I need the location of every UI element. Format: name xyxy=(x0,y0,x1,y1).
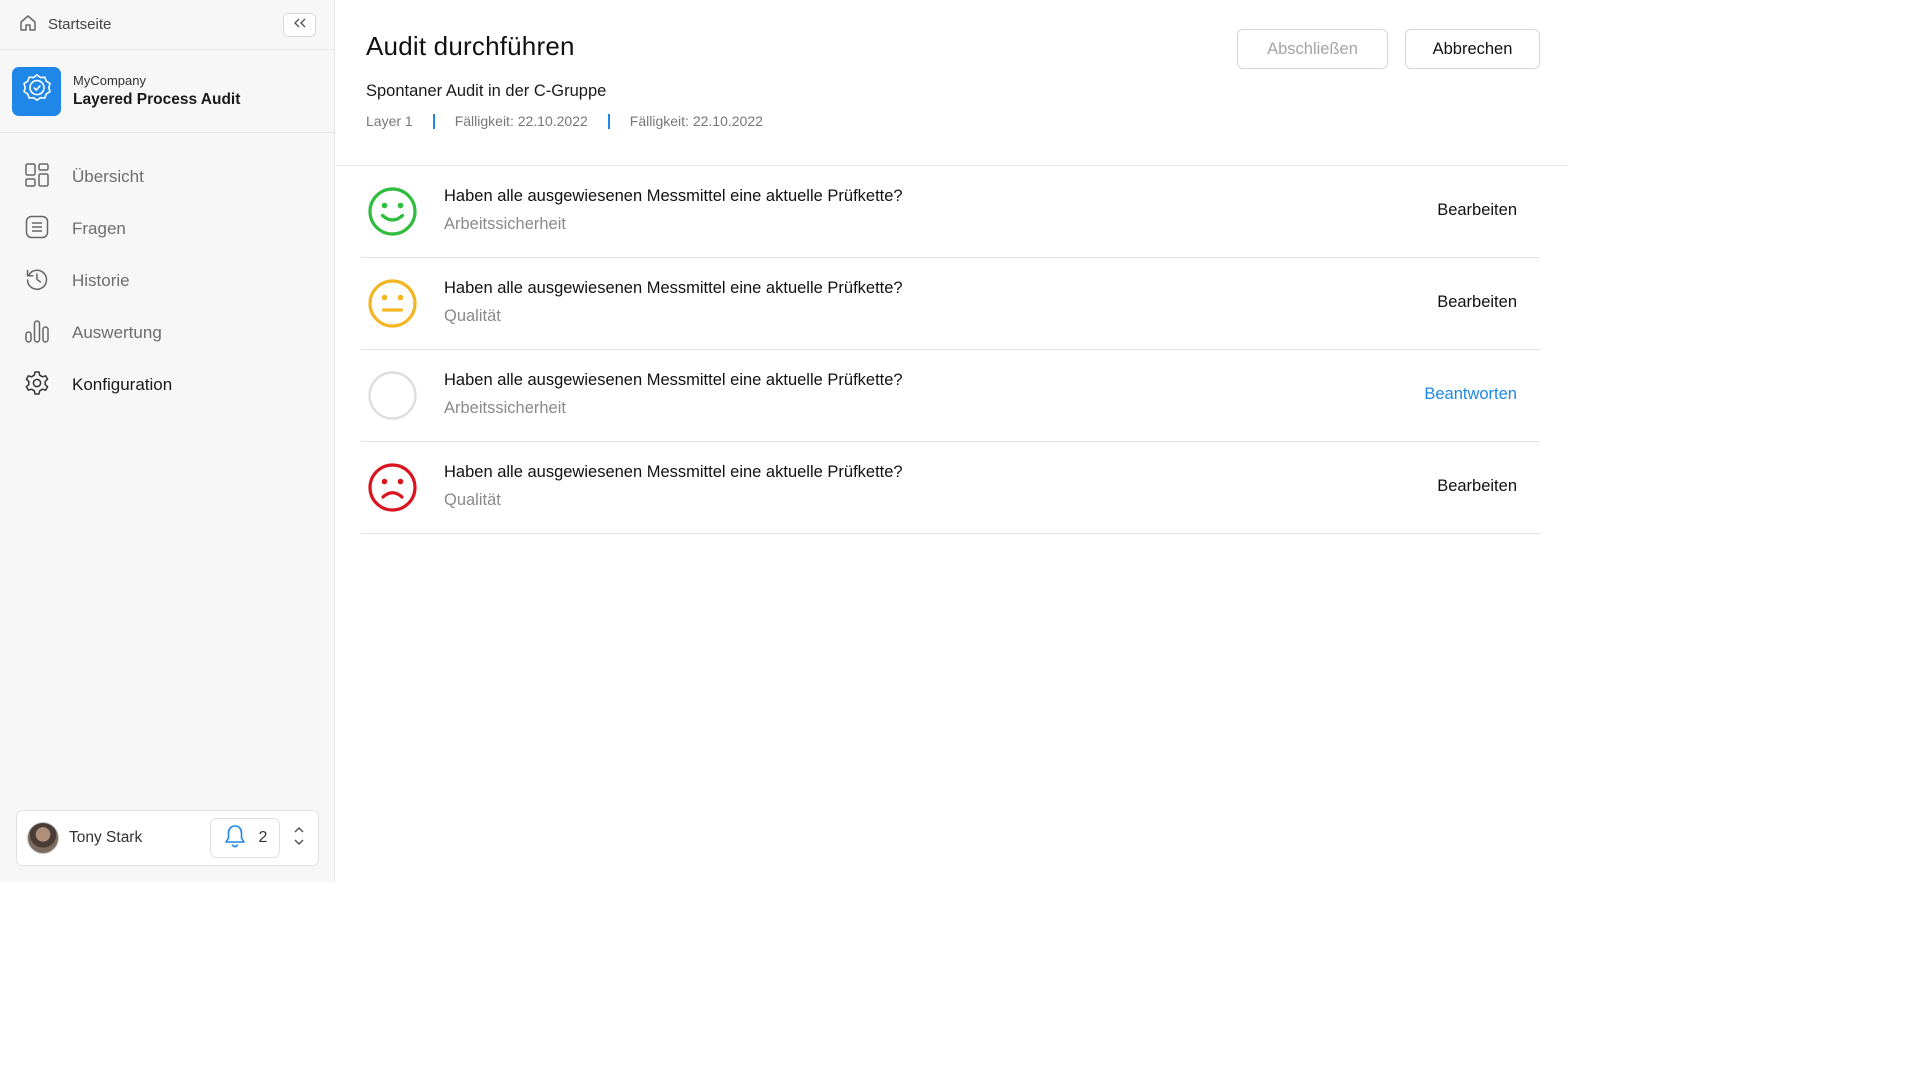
app-name: Layered Process Audit xyxy=(73,91,241,108)
sidebar-item-label: Fragen xyxy=(72,219,126,238)
avatar[interactable] xyxy=(27,822,59,854)
audit-layer: Layer 1 xyxy=(366,113,413,129)
list-item: Haben alle ausgewiesenen Messmittel eine… xyxy=(361,442,1540,534)
home-link[interactable]: Startseite xyxy=(18,13,111,37)
sidebar-item-label: Historie xyxy=(72,271,130,290)
notifications-button[interactable]: 2 xyxy=(210,818,280,858)
user-card: Tony Stark 2 xyxy=(16,810,319,866)
question-category: Qualität xyxy=(444,491,501,509)
sidebar-item-label: Konfiguration xyxy=(72,375,173,394)
sidebar-top-bar: Startseite xyxy=(0,0,334,50)
user-menu-toggle[interactable] xyxy=(290,824,308,853)
cancel-button[interactable]: Abbrechen xyxy=(1405,29,1540,69)
user-name: Tony Stark xyxy=(69,829,143,846)
question-text: Haben alle ausgewiesenen Messmittel eine… xyxy=(444,463,903,481)
sidebar-item-auswertung[interactable]: Auswertung xyxy=(0,307,334,359)
company-name: MyCompany xyxy=(73,73,146,88)
gear-icon xyxy=(24,370,50,401)
empty-circle-icon xyxy=(367,370,418,421)
meta-divider xyxy=(607,113,610,129)
question-category: Arbeitssicherheit xyxy=(444,399,566,417)
question-text: Haben alle ausgewiesenen Messmittel eine… xyxy=(444,279,903,297)
question-category: Qualität xyxy=(444,307,501,325)
notification-count: 2 xyxy=(258,829,268,846)
audit-due-date: Fälligkeit: 22.10.2022 xyxy=(454,113,588,129)
question-list: Haben alle ausgewiesenen Messmittel eine… xyxy=(361,166,1540,534)
double-chevron-left-icon xyxy=(292,16,308,34)
edit-button[interactable]: Bearbeiten xyxy=(1437,201,1517,220)
bell-icon xyxy=(223,823,247,854)
audit-header: Audit durchführen Spontaner Audit in der… xyxy=(336,0,1568,166)
question-text: Haben alle ausgewiesenen Messmittel eine… xyxy=(444,371,903,389)
list-document-icon xyxy=(24,214,50,245)
sidebar-item-uebersicht[interactable]: Übersicht xyxy=(0,151,334,203)
history-icon xyxy=(24,266,50,297)
app-brand: MyCompany Layered Process Audit xyxy=(0,50,334,133)
home-label: Startseite xyxy=(48,16,112,33)
edit-button[interactable]: Bearbeiten xyxy=(1437,293,1517,312)
smiley-sad-icon xyxy=(367,462,418,513)
badge-check-icon xyxy=(20,72,54,111)
page-title: Audit durchführen xyxy=(366,31,575,61)
audit-due-date-secondary: Fälligkeit: 22.10.2022 xyxy=(629,113,763,129)
chevron-up-down-icon xyxy=(292,824,306,853)
grid-icon xyxy=(24,162,50,193)
sidebar-item-konfiguration[interactable]: Konfiguration xyxy=(0,359,334,411)
list-item: Haben alle ausgewiesenen Messmittel eine… xyxy=(361,258,1540,350)
audit-subtitle: Spontaner Audit in der C-Gruppe xyxy=(366,82,607,100)
sidebar: Startseite MyCompany Layered Process Aud… xyxy=(0,0,335,882)
answer-button[interactable]: Beantworten xyxy=(1424,385,1517,404)
sidebar-nav: Übersicht Fragen Historie Auswertung Kon… xyxy=(0,133,334,411)
sidebar-item-label: Übersicht xyxy=(72,167,144,186)
smiley-happy-icon xyxy=(367,186,418,237)
home-icon xyxy=(18,13,38,37)
list-item: Haben alle ausgewiesenen Messmittel eine… xyxy=(361,350,1540,442)
list-item: Haben alle ausgewiesenen Messmittel eine… xyxy=(361,166,1540,258)
edit-button[interactable]: Bearbeiten xyxy=(1437,477,1517,496)
sidebar-item-historie[interactable]: Historie xyxy=(0,255,334,307)
question-text: Haben alle ausgewiesenen Messmittel eine… xyxy=(444,187,903,205)
finish-button[interactable]: Abschließen xyxy=(1237,29,1388,69)
sidebar-item-label: Auswertung xyxy=(72,323,162,342)
main-content: Audit durchführen Spontaner Audit in der… xyxy=(336,0,1568,882)
audit-meta: Layer 1 Fälligkeit: 22.10.2022 Fälligkei… xyxy=(366,113,763,129)
brand-logo xyxy=(12,66,61,116)
question-category: Arbeitssicherheit xyxy=(444,215,566,233)
sidebar-item-fragen[interactable]: Fragen xyxy=(0,203,334,255)
smiley-neutral-icon xyxy=(367,278,418,329)
meta-divider xyxy=(432,113,435,129)
bar-chart-icon xyxy=(24,318,50,349)
collapse-sidebar-button[interactable] xyxy=(283,12,316,37)
